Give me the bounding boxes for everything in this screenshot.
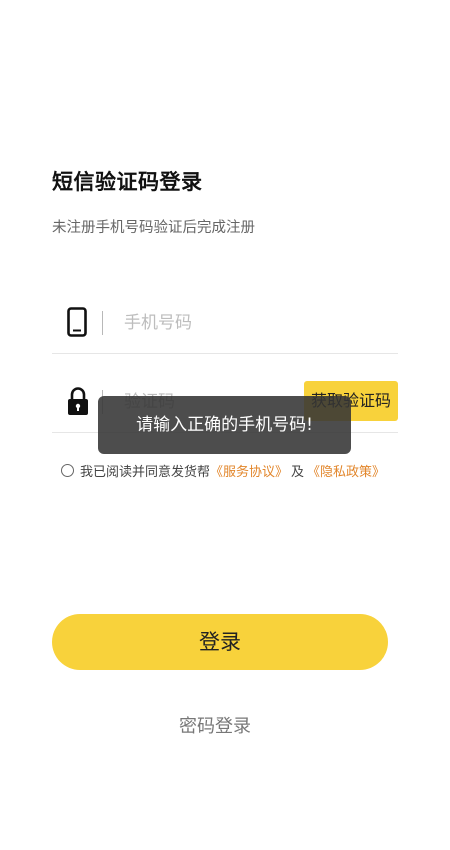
agreement-text: 我已阅读并同意发货帮 — [80, 465, 211, 480]
login-screen: 短信验证码登录 未注册手机号码验证后完成注册 获取验证码 我已阅读并同意 — [0, 0, 450, 850]
phone-field — [52, 293, 398, 354]
login-button[interactable]: 登录 — [52, 614, 388, 670]
privacy-policy-link[interactable]: 《隐私政策》 — [307, 461, 385, 480]
page-title: 短信验证码登录 — [52, 170, 203, 194]
phone-icon — [67, 307, 87, 337]
agreement-row: 我已阅读并同意发货帮 《服务协议》 及 《隐私政策》 — [61, 461, 385, 480]
service-agreement-link[interactable]: 《服务协议》 — [210, 461, 288, 480]
agreement-and-text: 及 — [291, 465, 305, 480]
field-divider — [102, 311, 103, 335]
phone-input[interactable] — [124, 309, 344, 337]
error-toast: 请输入正确的手机号码! — [98, 396, 351, 454]
agreement-radio[interactable] — [61, 464, 74, 477]
password-login-link[interactable]: 密码登录 — [0, 712, 430, 738]
lock-icon — [67, 386, 88, 416]
page-subtitle: 未注册手机号码验证后完成注册 — [52, 220, 255, 236]
